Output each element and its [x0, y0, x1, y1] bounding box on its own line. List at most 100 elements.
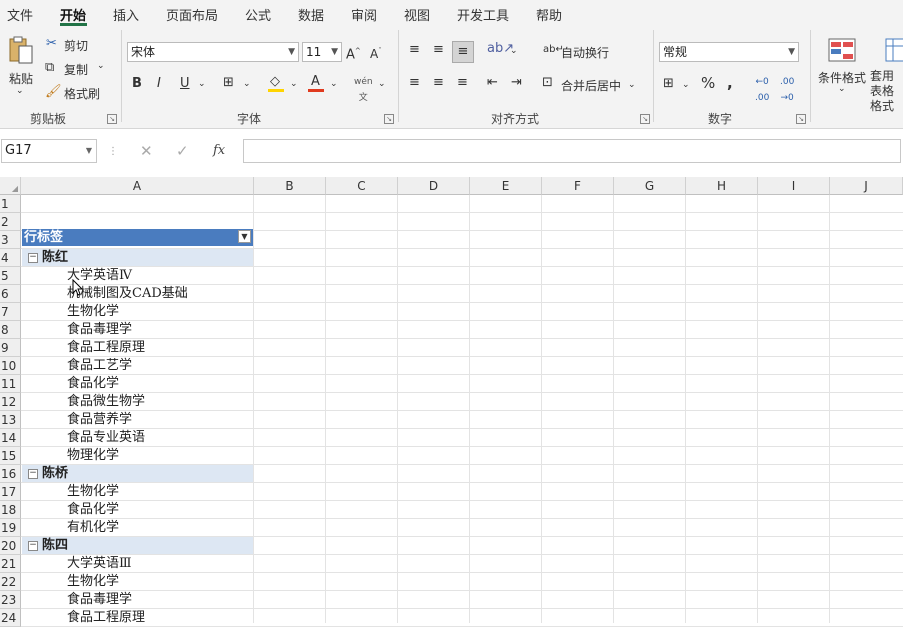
col-header-I[interactable]: I	[758, 177, 830, 195]
percent-icon[interactable]: %	[701, 75, 715, 91]
wrap-text-button[interactable]: 自动换行	[561, 44, 609, 61]
alignment-launcher-icon[interactable]: ↘	[640, 114, 650, 124]
pivot-item-row[interactable]: 食品毒理学	[22, 591, 253, 608]
menu-review[interactable]: 审阅	[351, 5, 377, 24]
fill-color-icon[interactable]: ◇	[270, 74, 280, 90]
align-bottom-icon[interactable]: ≡	[452, 41, 474, 63]
pivot-item-row[interactable]: 食品化学	[22, 375, 253, 392]
phonetic-guide-icon[interactable]: wén 文	[354, 74, 373, 106]
align-middle-icon[interactable]: ≡	[433, 42, 444, 58]
menu-home[interactable]: 开始	[60, 5, 86, 24]
col-header-J[interactable]: J	[830, 177, 903, 195]
pivot-item-row[interactable]: 机械制图及CAD基础	[22, 285, 253, 302]
copy-button[interactable]: 复制	[64, 61, 88, 78]
font-color-dropdown-icon[interactable]: ⌄	[330, 76, 338, 92]
menu-file[interactable]: 文件	[7, 5, 33, 24]
menu-insert[interactable]: 插入	[113, 5, 139, 24]
pivot-group-row[interactable]: − 陈四	[22, 537, 253, 554]
spreadsheet-grid[interactable]: ◢ A B C D E F G H I J 1 2 3 4 5 6 7 8 9 10 11 12 13 1…	[0, 177, 903, 627]
align-left-icon[interactable]: ≡	[409, 75, 420, 91]
align-center-icon[interactable]: ≡	[433, 75, 444, 91]
col-header-B[interactable]: B	[254, 177, 326, 195]
font-launcher-icon[interactable]: ↘	[384, 114, 394, 124]
bold-icon[interactable]: B	[132, 76, 142, 92]
pivot-item-row[interactable]: 生物化学	[22, 573, 253, 590]
row-header[interactable]: 10	[0, 357, 21, 375]
row-header[interactable]: 7	[0, 303, 21, 321]
drag-handle-icon[interactable]: ⋮	[108, 144, 118, 160]
paste-button[interactable]: 粘贴 ⌄	[6, 36, 36, 96]
merge-center-button[interactable]: 合并后居中	[561, 77, 621, 94]
name-box[interactable]: G17 ▼	[1, 139, 97, 163]
menu-developer[interactable]: 开发工具	[457, 5, 509, 24]
pivot-item-row[interactable]: 大学英语Ⅳ	[22, 267, 253, 284]
row-header[interactable]: 9	[0, 339, 21, 357]
menu-formulas[interactable]: 公式	[245, 5, 271, 24]
row-header[interactable]: 23	[0, 591, 21, 609]
cut-button[interactable]: 剪切	[64, 37, 88, 54]
number-launcher-icon[interactable]: ↘	[796, 114, 806, 124]
align-right-icon[interactable]: ≡	[457, 75, 468, 91]
accounting-format-icon[interactable]: ⊞	[663, 76, 674, 92]
pivot-item-row[interactable]: 生物化学	[22, 483, 253, 500]
decrease-indent-icon[interactable]: ⇤	[487, 75, 498, 91]
collapse-icon[interactable]: −	[28, 253, 38, 263]
col-header-D[interactable]: D	[398, 177, 470, 195]
decrease-decimal-icon[interactable]: .00 →0	[780, 74, 794, 106]
row-header[interactable]: 12	[0, 393, 21, 411]
fill-color-dropdown-icon[interactable]: ⌄	[290, 76, 298, 92]
row-header[interactable]: 24	[0, 609, 21, 627]
row-header[interactable]: 15	[0, 447, 21, 465]
row-header[interactable]: 18	[0, 501, 21, 519]
pivot-item-row[interactable]: 生物化学	[22, 303, 253, 320]
font-name-select[interactable]: 宋体 ▼	[127, 42, 299, 62]
row-header[interactable]: 1	[0, 195, 21, 213]
col-header-G[interactable]: G	[614, 177, 686, 195]
row-header[interactable]: 5	[0, 267, 21, 285]
align-top-icon[interactable]: ≡	[409, 42, 420, 58]
font-color-icon[interactable]: A	[311, 74, 320, 90]
accounting-dropdown-icon[interactable]: ⌄	[682, 77, 690, 93]
merge-dropdown-icon[interactable]: ⌄	[628, 77, 636, 93]
collapse-icon[interactable]: −	[28, 541, 38, 551]
row-header[interactable]: 11	[0, 375, 21, 393]
increase-indent-icon[interactable]: ⇥	[511, 75, 522, 91]
border-icon[interactable]: ⊞	[223, 75, 234, 91]
col-header-A[interactable]: A	[21, 177, 254, 195]
select-all-corner[interactable]: ◢	[0, 177, 21, 195]
pivot-item-row[interactable]: 大学英语Ⅲ	[22, 555, 253, 572]
pivot-item-row[interactable]: 食品微生物学	[22, 393, 253, 410]
row-header[interactable]: 3	[0, 231, 21, 249]
row-header[interactable]: 16	[0, 465, 21, 483]
pivot-item-row[interactable]: 食品营养学	[22, 411, 253, 428]
comma-style-icon[interactable]: ,	[727, 75, 733, 91]
col-header-F[interactable]: F	[542, 177, 614, 195]
orientation-dropdown-icon[interactable]: ⌄	[510, 43, 518, 59]
row-header[interactable]: 14	[0, 429, 21, 447]
copy-dropdown-icon[interactable]: ⌄	[97, 61, 105, 71]
col-header-C[interactable]: C	[326, 177, 398, 195]
menu-view[interactable]: 视图	[404, 5, 430, 24]
pivot-group-row[interactable]: − 陈红	[22, 249, 253, 266]
row-header[interactable]: 19	[0, 519, 21, 537]
row-header[interactable]: 2	[0, 213, 21, 231]
collapse-icon[interactable]: −	[28, 469, 38, 479]
increase-font-icon[interactable]: A^	[346, 43, 361, 63]
formula-input[interactable]	[243, 139, 901, 163]
menu-help[interactable]: 帮助	[536, 5, 562, 24]
pivot-item-row[interactable]: 食品工程原理	[22, 609, 253, 626]
pivot-item-row[interactable]: 食品工程原理	[22, 339, 253, 356]
pivot-group-row[interactable]: − 陈桥	[22, 465, 253, 482]
row-header[interactable]: 6	[0, 285, 21, 303]
insert-function-icon[interactable]: fx	[213, 143, 225, 159]
col-header-E[interactable]: E	[470, 177, 542, 195]
pivot-item-row[interactable]: 食品毒理学	[22, 321, 253, 338]
increase-decimal-icon[interactable]: ←0.00	[755, 74, 769, 106]
menu-data[interactable]: 数据	[298, 5, 324, 24]
pivot-item-row[interactable]: 食品专业英语	[22, 429, 253, 446]
filter-dropdown-icon[interactable]: ▼	[238, 230, 251, 243]
format-as-table-button[interactable]: 套用表格格式	[870, 69, 903, 114]
row-header[interactable]: 4	[0, 249, 21, 267]
number-format-select[interactable]: 常规 ▼	[659, 42, 799, 62]
underline-icon[interactable]: U	[180, 76, 190, 92]
